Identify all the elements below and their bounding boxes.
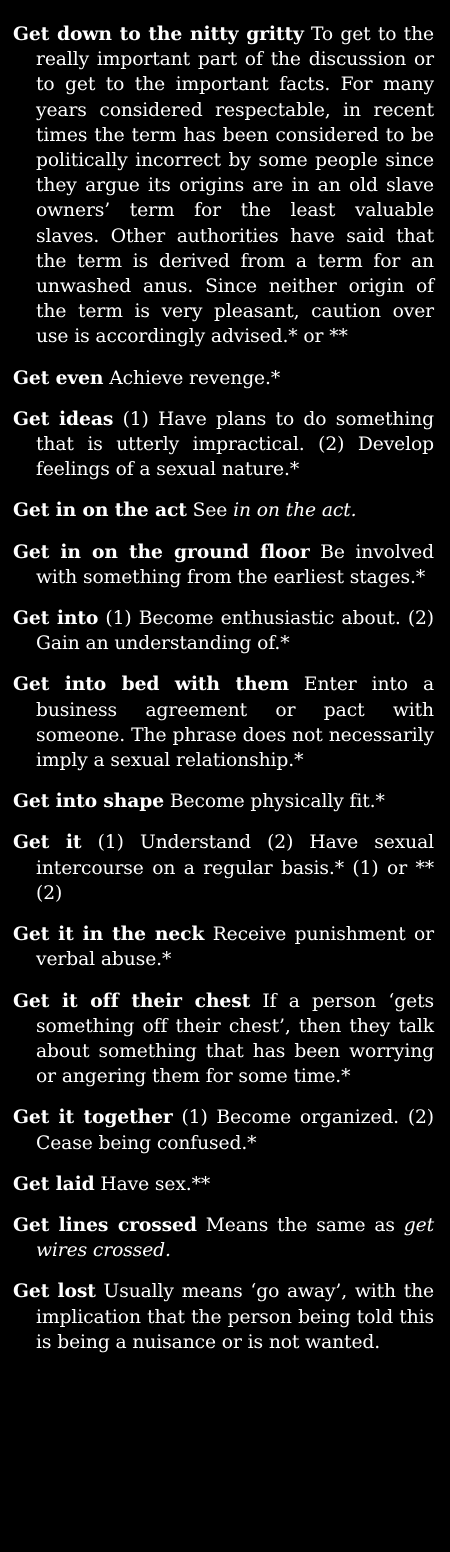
entry-get-it-together: Get it together (1) Become organized. (2…	[13, 1105, 434, 1155]
entry-definition: (1) Understand (2) Have sexual intercour…	[36, 832, 434, 904]
entry-headword: Get it together	[13, 1106, 173, 1129]
entry-headword: Get even	[13, 366, 104, 389]
entry-headword: Get ideas	[13, 407, 114, 430]
entry-definition: Have sex.**	[94, 1173, 211, 1195]
entry-headword: Get lines crossed	[13, 1213, 197, 1236]
entry-get-lost: Get lost Usually means ‘go away’, with t…	[13, 1279, 434, 1355]
entry-headword: Get into bed with them	[13, 673, 289, 696]
entry-headword: Get lost	[13, 1280, 96, 1303]
entry-get-lines-crossed: Get lines crossed Means the same as get …	[13, 1213, 434, 1263]
entry-headword: Get in on the act	[13, 499, 187, 522]
entry-cross-reference: in on the act.	[233, 500, 357, 522]
entry-definition: Become physically fit.*	[164, 791, 385, 813]
entry-get-laid: Get laid Have sex.**	[13, 1172, 434, 1197]
entry-headword: Get it off their chest	[13, 989, 251, 1012]
entry-get-into-bed-with-them: Get into bed with them Enter into a busi…	[13, 672, 434, 773]
entry-get-in-on-the-ground-floor: Get in on the ground floor Be involved w…	[13, 540, 434, 590]
entry-definition: Usually means ‘go away’, with the implic…	[36, 1281, 435, 1353]
entry-get-even: Get even Achieve revenge.*	[13, 366, 434, 391]
entry-definition: Achieve revenge.*	[103, 367, 281, 389]
entry-definition: Means the same as	[196, 1214, 404, 1236]
entry-headword: Get laid	[13, 1172, 95, 1195]
entry-get-it-in-the-neck: Get it in the neck Receive punishment or…	[13, 922, 434, 972]
entry-definition: See	[186, 500, 234, 522]
entry-get-it: Get it (1) Understand (2) Have sexual in…	[13, 830, 434, 906]
entry-headword: Get into	[13, 607, 99, 630]
entry-headword: Get into shape	[13, 790, 165, 813]
entry-get-ideas: Get ideas (1) Have plans to do something…	[13, 407, 434, 483]
entry-get-in-on-the-act: Get in on the act See in on the act.	[13, 498, 434, 523]
entry-headword: Get in on the ground floor	[13, 540, 310, 563]
entry-get-into-shape: Get into shape Become physically fit.*	[13, 789, 434, 814]
entry-get-down-to-the-nitty-gritty: Get down to the nitty gritty To get to t…	[13, 22, 434, 350]
dictionary-page: Get down to the nitty gritty To get to t…	[0, 0, 450, 1552]
entry-get-it-off-their-chest: Get it off their chest If a person ‘gets…	[13, 989, 434, 1090]
entry-definition: To get to the really important part of t…	[36, 24, 434, 348]
entry-get-into: Get into (1) Become enthusiastic about. …	[13, 606, 434, 656]
entry-headword: Get down to the nitty gritty	[13, 23, 304, 45]
entry-headword: Get it	[13, 831, 82, 854]
entry-headword: Get it in the neck	[13, 923, 205, 946]
